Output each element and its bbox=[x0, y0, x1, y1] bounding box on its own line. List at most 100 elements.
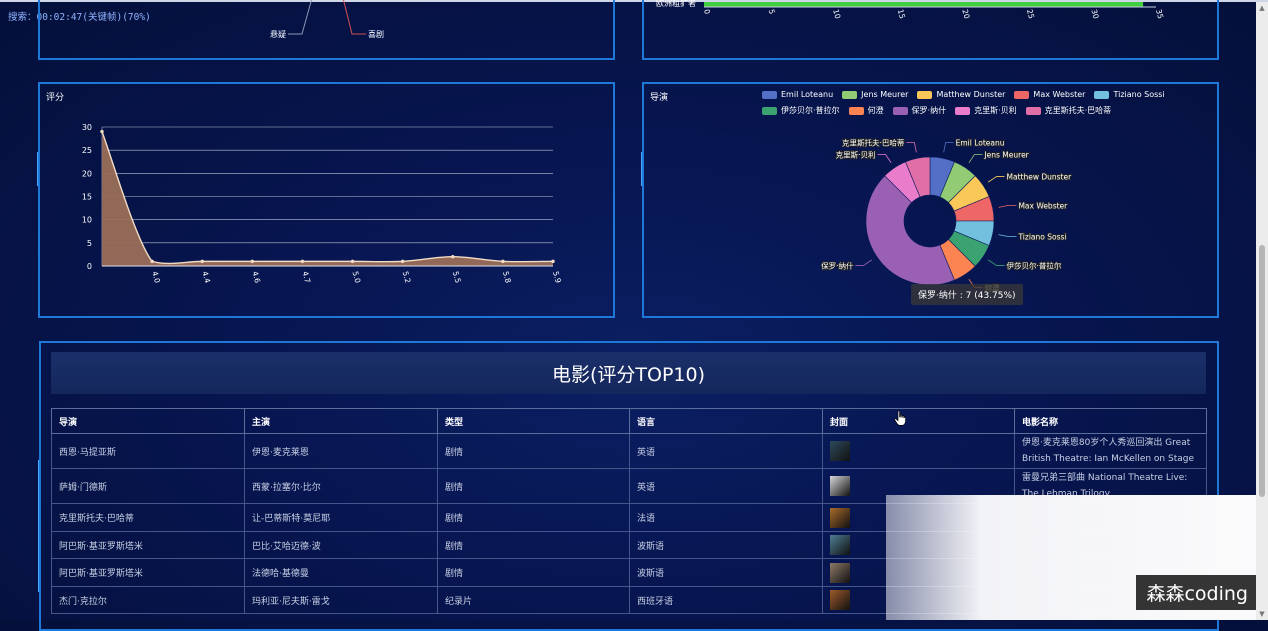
x-tick-label: 5.9 bbox=[551, 270, 563, 284]
actor-cell: 法德哈·基德曼 bbox=[244, 558, 438, 587]
legend-swatch bbox=[892, 106, 908, 115]
data-point bbox=[200, 259, 204, 264]
genre-cell: 纪录片 bbox=[437, 586, 630, 614]
label-line bbox=[855, 259, 873, 266]
cover-image[interactable] bbox=[830, 476, 850, 496]
panel-title: 导演 bbox=[650, 93, 669, 103]
legend-label: 何澄 bbox=[867, 106, 884, 115]
actor-cell: 西蒙·拉塞尔·比尔 bbox=[244, 468, 438, 504]
watermark: 森森coding bbox=[1136, 575, 1258, 610]
y-tick-label: 20 bbox=[82, 169, 92, 178]
page-scrollbar[interactable]: ▲ ▼ bbox=[1256, 2, 1268, 620]
actor-cell: 玛利亚·尼夫斯·雷戈 bbox=[244, 586, 438, 614]
cover-image[interactable] bbox=[830, 590, 850, 610]
language-cell: 英语 bbox=[629, 468, 823, 504]
slice-label: 保罗·纳什 bbox=[821, 260, 854, 270]
cover-image[interactable] bbox=[830, 507, 850, 528]
data-point bbox=[350, 259, 355, 264]
label-line bbox=[906, 142, 917, 153]
genre-cell: 剧情 bbox=[437, 433, 630, 469]
legend-label: 保罗·纳什 bbox=[911, 106, 947, 115]
legend-item[interactable]: Matthew Dunster bbox=[917, 88, 1005, 101]
fragment-axis-label: 欧洲粗犷者 bbox=[656, 0, 696, 8]
x-tick-label: 4.4 bbox=[200, 270, 212, 284]
director-pie-chart: Emil Loteanu Jens Meurer Matthew Dunster Ma… bbox=[820, 137, 1073, 294]
x-tick-label: 4.0 bbox=[150, 270, 162, 284]
fragment-label: 悬疑 bbox=[270, 29, 286, 39]
slice-label: Emil Loteanu bbox=[956, 139, 1005, 148]
rating-chart-panel: 评分 0 5 10 15 20 25 30 4.0 4.4 4.6 4.7 5.0 5.2 5.5 5.8 5… bbox=[38, 82, 615, 318]
legend-swatch bbox=[1025, 106, 1041, 115]
cover-image[interactable] bbox=[830, 562, 850, 583]
director-cell: 阿巴斯·基亚罗斯塔米 bbox=[51, 531, 245, 559]
x-tick-label: 5.8 bbox=[501, 270, 513, 284]
data-point bbox=[451, 255, 455, 259]
fragment-tick-label: 20 bbox=[960, 8, 971, 20]
legend-item[interactable]: Emil Loteanu bbox=[762, 88, 833, 101]
fragment-tick-label: 5 bbox=[767, 8, 777, 15]
column-header: 封面 bbox=[822, 408, 1015, 434]
column-header: 电影名称 bbox=[1014, 408, 1207, 434]
director-cell: 西恩·马提亚斯 bbox=[51, 433, 245, 469]
scroll-down-icon[interactable]: ▼ bbox=[1258, 610, 1266, 618]
legend-item[interactable]: 何澄 bbox=[848, 104, 884, 117]
cover-cell bbox=[822, 433, 1015, 469]
legend-item[interactable]: 伊莎贝尔·普拉尔 bbox=[762, 104, 840, 117]
y-tick-label: 0 bbox=[87, 262, 92, 271]
fragment-tick-label: 15 bbox=[896, 8, 907, 20]
director-cell: 阿巴斯·基亚罗斯塔米 bbox=[51, 558, 245, 587]
y-tick-label: 5 bbox=[87, 239, 92, 248]
slice-label: Max Webster bbox=[1018, 201, 1068, 210]
legend-item[interactable]: Max Webster bbox=[1014, 88, 1085, 101]
cover-image[interactable] bbox=[830, 535, 850, 555]
column-header: 导演 bbox=[51, 408, 245, 434]
slice-label: 克里斯·贝利 bbox=[836, 149, 876, 159]
x-tick-label: 4.6 bbox=[250, 270, 262, 284]
y-tick-label: 10 bbox=[82, 216, 92, 225]
x-tick-label: 4.7 bbox=[301, 270, 313, 284]
scroll-up-icon[interactable]: ▲ bbox=[1258, 4, 1266, 12]
legend-item[interactable]: 克里斯·贝利 bbox=[955, 104, 1017, 117]
genre-cell: 剧情 bbox=[437, 503, 630, 532]
series-line bbox=[101, 131, 554, 265]
top-right-chart-fragment: 欧洲粗犷者 0 5 10 15 20 25 30 35 bbox=[656, 0, 1165, 20]
label-line bbox=[943, 142, 954, 153]
fragment-tick-label: 35 bbox=[1154, 8, 1165, 20]
slice-label: Matthew Dunster bbox=[1007, 173, 1073, 182]
x-tick-label: 5.5 bbox=[451, 270, 463, 284]
column-header: 语言 bbox=[629, 408, 823, 434]
language-cell: 波斯语 bbox=[629, 531, 823, 559]
fragment-tick-label: 10 bbox=[831, 8, 842, 20]
genre-cell: 剧情 bbox=[437, 558, 630, 587]
director-pie-panel: 导演 Emil Loteanu Jens Meurer Matthew Dunste… bbox=[642, 82, 1219, 318]
pie-tooltip: 保罗·纳什 : 7 (43.75%) bbox=[911, 284, 1023, 305]
data-point bbox=[300, 259, 305, 264]
table-row[interactable]: 西恩·马提亚斯 伊恩·麦克莱恩 剧情 英语 伊恩·麦克莱恩80岁个人秀巡回演出 … bbox=[51, 433, 1207, 469]
scrollbar-thumb[interactable] bbox=[1259, 245, 1265, 497]
panel-title: 评分 bbox=[46, 93, 65, 103]
x-tick-label: 5.2 bbox=[401, 270, 413, 284]
data-point bbox=[551, 259, 555, 264]
legend-label: Matthew Dunster bbox=[936, 90, 1006, 99]
legend-item[interactable]: 克里斯托夫·巴哈蒂 bbox=[1025, 104, 1111, 117]
legend-item[interactable]: Jens Meurer bbox=[842, 88, 908, 101]
legend-item[interactable]: 保罗·纳什 bbox=[892, 104, 947, 117]
legend-item[interactable]: Tiziano Sossi bbox=[1094, 88, 1165, 101]
slice-label: 伊莎贝尔·普拉尔 bbox=[1007, 260, 1062, 270]
genre-cell: 剧情 bbox=[437, 468, 630, 504]
cover-image[interactable] bbox=[830, 441, 850, 461]
data-point bbox=[250, 259, 255, 264]
movie-title-cell[interactable]: 伊恩·麦克莱恩80岁个人秀巡回演出 Great British Theatre:… bbox=[1014, 433, 1207, 469]
data-point bbox=[501, 259, 505, 264]
slice-label: Jens Meurer bbox=[983, 150, 1029, 159]
fragment-tick-label: 0 bbox=[702, 8, 712, 15]
legend-label: 克里斯·贝利 bbox=[974, 106, 1017, 115]
label-line bbox=[998, 204, 1017, 208]
slice-label: 克里斯托夫·巴哈蒂 bbox=[842, 138, 905, 148]
legend-swatch bbox=[1014, 90, 1030, 99]
column-header: 类型 bbox=[437, 408, 630, 434]
data-point bbox=[400, 259, 405, 264]
label-line bbox=[877, 154, 892, 164]
legend-label: Jens Meurer bbox=[861, 90, 909, 99]
table-header-row: 导演 主演 类型 语言 封面 电影名称 bbox=[51, 408, 1207, 434]
